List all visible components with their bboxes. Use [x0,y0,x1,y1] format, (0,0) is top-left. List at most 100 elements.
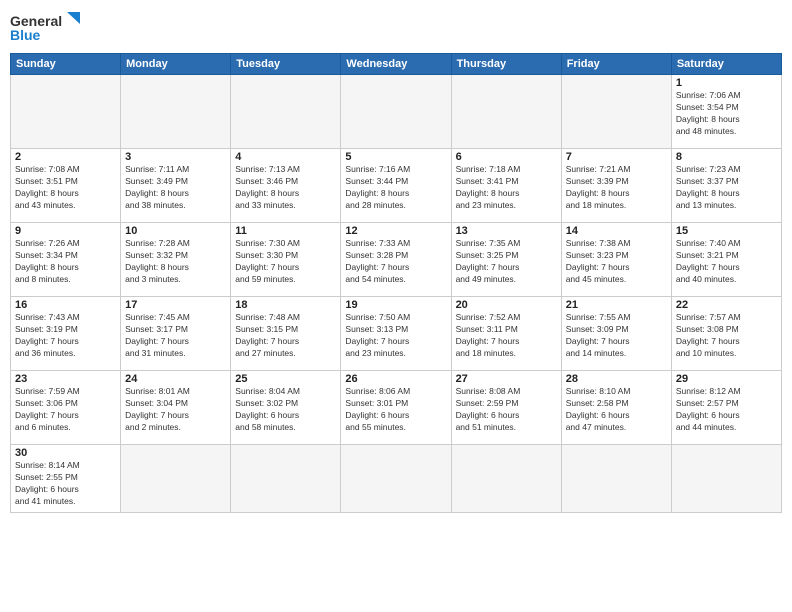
calendar-cell: 24Sunrise: 8:01 AMSunset: 3:04 PMDayligh… [121,371,231,445]
day-number: 4 [235,151,336,163]
day-number: 5 [345,151,446,163]
calendar-cell: 18Sunrise: 7:48 AMSunset: 3:15 PMDayligh… [231,297,341,371]
day-number: 27 [456,373,557,385]
calendar-cell: 30Sunrise: 8:14 AMSunset: 2:55 PMDayligh… [11,445,121,513]
weekday-header-tuesday: Tuesday [231,54,341,75]
day-number: 7 [566,151,667,163]
day-number: 10 [125,225,226,237]
day-info: Sunrise: 7:30 AMSunset: 3:30 PMDaylight:… [235,238,336,286]
weekday-header-saturday: Saturday [671,54,781,75]
calendar-header-row: SundayMondayTuesdayWednesdayThursdayFrid… [11,54,782,75]
calendar-cell: 26Sunrise: 8:06 AMSunset: 3:01 PMDayligh… [341,371,451,445]
calendar-cell: 13Sunrise: 7:35 AMSunset: 3:25 PMDayligh… [451,223,561,297]
calendar-cell: 9Sunrise: 7:26 AMSunset: 3:34 PMDaylight… [11,223,121,297]
calendar-cell: 21Sunrise: 7:55 AMSunset: 3:09 PMDayligh… [561,297,671,371]
calendar-cell [231,75,341,149]
calendar-week-4: 23Sunrise: 7:59 AMSunset: 3:06 PMDayligh… [11,371,782,445]
calendar-cell: 14Sunrise: 7:38 AMSunset: 3:23 PMDayligh… [561,223,671,297]
day-info: Sunrise: 7:11 AMSunset: 3:49 PMDaylight:… [125,164,226,212]
calendar-cell: 25Sunrise: 8:04 AMSunset: 3:02 PMDayligh… [231,371,341,445]
calendar-cell: 20Sunrise: 7:52 AMSunset: 3:11 PMDayligh… [451,297,561,371]
svg-text:Blue: Blue [10,27,41,43]
day-number: 9 [15,225,116,237]
day-number: 3 [125,151,226,163]
day-number: 8 [676,151,777,163]
weekday-header-thursday: Thursday [451,54,561,75]
day-info: Sunrise: 7:38 AMSunset: 3:23 PMDaylight:… [566,238,667,286]
day-number: 26 [345,373,446,385]
weekday-header-monday: Monday [121,54,231,75]
calendar-cell: 28Sunrise: 8:10 AMSunset: 2:58 PMDayligh… [561,371,671,445]
calendar-cell: 17Sunrise: 7:45 AMSunset: 3:17 PMDayligh… [121,297,231,371]
calendar-cell [561,75,671,149]
day-info: Sunrise: 7:43 AMSunset: 3:19 PMDaylight:… [15,312,116,360]
calendar-cell: 11Sunrise: 7:30 AMSunset: 3:30 PMDayligh… [231,223,341,297]
calendar-week-2: 9Sunrise: 7:26 AMSunset: 3:34 PMDaylight… [11,223,782,297]
day-number: 23 [15,373,116,385]
calendar-cell [341,445,451,513]
day-info: Sunrise: 8:06 AMSunset: 3:01 PMDaylight:… [345,386,446,434]
day-number: 11 [235,225,336,237]
day-info: Sunrise: 7:23 AMSunset: 3:37 PMDaylight:… [676,164,777,212]
day-info: Sunrise: 8:14 AMSunset: 2:55 PMDaylight:… [15,460,116,508]
calendar-cell [11,75,121,149]
day-number: 16 [15,299,116,311]
day-number: 30 [15,447,116,459]
day-number: 28 [566,373,667,385]
day-info: Sunrise: 8:12 AMSunset: 2:57 PMDaylight:… [676,386,777,434]
day-info: Sunrise: 8:10 AMSunset: 2:58 PMDaylight:… [566,386,667,434]
day-number: 29 [676,373,777,385]
calendar-table: SundayMondayTuesdayWednesdayThursdayFrid… [10,53,782,513]
day-number: 15 [676,225,777,237]
calendar-cell: 6Sunrise: 7:18 AMSunset: 3:41 PMDaylight… [451,149,561,223]
calendar-cell: 23Sunrise: 7:59 AMSunset: 3:06 PMDayligh… [11,371,121,445]
day-info: Sunrise: 8:08 AMSunset: 2:59 PMDaylight:… [456,386,557,434]
day-info: Sunrise: 8:04 AMSunset: 3:02 PMDaylight:… [235,386,336,434]
calendar-cell: 1Sunrise: 7:06 AMSunset: 3:54 PMDaylight… [671,75,781,149]
calendar-cell [121,75,231,149]
calendar-week-0: 1Sunrise: 7:06 AMSunset: 3:54 PMDaylight… [11,75,782,149]
weekday-header-sunday: Sunday [11,54,121,75]
calendar-cell [121,445,231,513]
day-info: Sunrise: 7:16 AMSunset: 3:44 PMDaylight:… [345,164,446,212]
calendar-cell: 8Sunrise: 7:23 AMSunset: 3:37 PMDaylight… [671,149,781,223]
day-number: 12 [345,225,446,237]
calendar-cell [231,445,341,513]
day-info: Sunrise: 7:13 AMSunset: 3:46 PMDaylight:… [235,164,336,212]
day-number: 6 [456,151,557,163]
day-info: Sunrise: 7:26 AMSunset: 3:34 PMDaylight:… [15,238,116,286]
day-info: Sunrise: 7:57 AMSunset: 3:08 PMDaylight:… [676,312,777,360]
page-header: GeneralBlue [10,10,782,45]
day-info: Sunrise: 7:33 AMSunset: 3:28 PMDaylight:… [345,238,446,286]
calendar-cell: 16Sunrise: 7:43 AMSunset: 3:19 PMDayligh… [11,297,121,371]
calendar-cell: 12Sunrise: 7:33 AMSunset: 3:28 PMDayligh… [341,223,451,297]
calendar-week-1: 2Sunrise: 7:08 AMSunset: 3:51 PMDaylight… [11,149,782,223]
day-number: 17 [125,299,226,311]
calendar-cell [671,445,781,513]
day-info: Sunrise: 7:45 AMSunset: 3:17 PMDaylight:… [125,312,226,360]
calendar-cell: 3Sunrise: 7:11 AMSunset: 3:49 PMDaylight… [121,149,231,223]
calendar-cell: 29Sunrise: 8:12 AMSunset: 2:57 PMDayligh… [671,371,781,445]
calendar-cell [451,445,561,513]
calendar-cell: 7Sunrise: 7:21 AMSunset: 3:39 PMDaylight… [561,149,671,223]
day-info: Sunrise: 7:59 AMSunset: 3:06 PMDaylight:… [15,386,116,434]
day-info: Sunrise: 7:48 AMSunset: 3:15 PMDaylight:… [235,312,336,360]
calendar-cell: 2Sunrise: 7:08 AMSunset: 3:51 PMDaylight… [11,149,121,223]
day-info: Sunrise: 7:35 AMSunset: 3:25 PMDaylight:… [456,238,557,286]
calendar-cell [341,75,451,149]
calendar-cell: 22Sunrise: 7:57 AMSunset: 3:08 PMDayligh… [671,297,781,371]
day-info: Sunrise: 7:28 AMSunset: 3:32 PMDaylight:… [125,238,226,286]
calendar-cell: 5Sunrise: 7:16 AMSunset: 3:44 PMDaylight… [341,149,451,223]
day-number: 19 [345,299,446,311]
day-info: Sunrise: 7:08 AMSunset: 3:51 PMDaylight:… [15,164,116,212]
day-number: 21 [566,299,667,311]
calendar-cell: 15Sunrise: 7:40 AMSunset: 3:21 PMDayligh… [671,223,781,297]
day-info: Sunrise: 7:50 AMSunset: 3:13 PMDaylight:… [345,312,446,360]
day-number: 13 [456,225,557,237]
day-number: 14 [566,225,667,237]
calendar-cell [561,445,671,513]
calendar-cell [451,75,561,149]
day-number: 24 [125,373,226,385]
logo-svg: GeneralBlue [10,10,80,45]
calendar-week-3: 16Sunrise: 7:43 AMSunset: 3:19 PMDayligh… [11,297,782,371]
